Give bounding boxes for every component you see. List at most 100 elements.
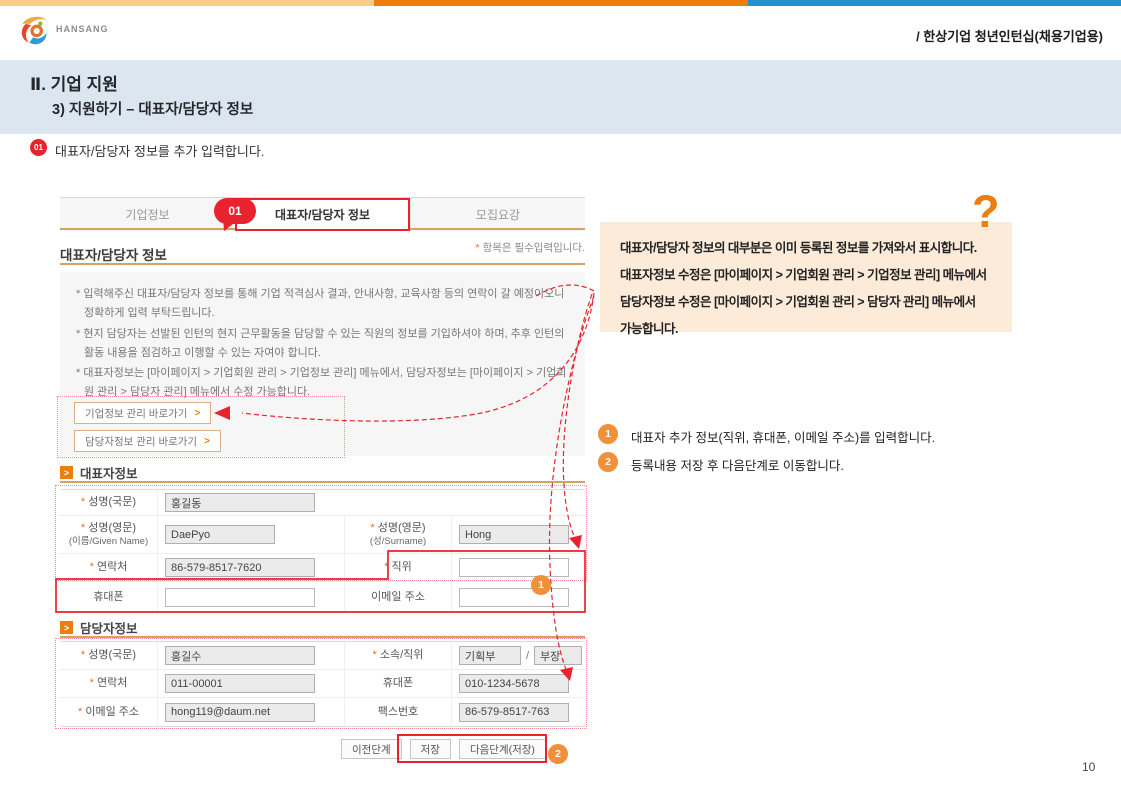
rep-name-kr-input[interactable] <box>165 493 315 512</box>
mgr-mobile-label: 휴대폰 <box>345 670 452 698</box>
manager-section-title: 담당자정보 <box>80 618 138 637</box>
topbar-segment-tan <box>0 0 374 6</box>
dept-position-separator: / <box>526 650 529 662</box>
mgr-email-cell <box>158 698 345 726</box>
rep-name-en-given-input[interactable] <box>165 525 275 544</box>
manager-info-manage-button[interactable]: 담당자정보 관리 바로가기 > <box>74 430 221 452</box>
tab-representative-info[interactable]: 대표자/담당자 정보 <box>235 198 410 231</box>
company-info-manage-label: 기업정보 관리 바로가기 <box>85 406 187 421</box>
rep-name-kr-label: * 성명(국문) <box>60 490 158 516</box>
rep-position-cell <box>452 554 585 582</box>
step-2-badge: 2 <box>598 452 618 472</box>
notice-item: * 대표자정보는 [마이페이지 > 기업회원 관리 > 기업정보 관리] 메뉴에… <box>76 364 569 403</box>
chapter-subtitle: 3) 지원하기 – 대표자/담당자 정보 <box>52 98 253 119</box>
help-step-2: 2 등록내용 저장 후 다음단계로 이동합니다. <box>598 452 844 474</box>
mgr-name-kr-input[interactable] <box>165 646 315 665</box>
chevron-right-icon: > <box>204 436 210 447</box>
mgr-mobile-cell <box>452 670 585 698</box>
mgr-position-input[interactable] <box>534 646 582 665</box>
rep-name-en-given-cell <box>158 516 345 554</box>
next-step-save-button[interactable]: 다음단계(저장) <box>459 739 546 759</box>
help-step-1: 1 대표자 추가 정보(직위, 휴대폰, 이메일 주소)를 입력합니다. <box>598 424 935 446</box>
rep-email-label: 이메일 주소 <box>345 582 452 612</box>
mgr-dept-position-cell: / <box>452 642 585 670</box>
rep-mobile-input[interactable] <box>165 588 315 607</box>
rep-contact-cell <box>158 554 345 582</box>
representative-table: * 성명(국문) * 성명(영문) (이름/Given Name) * 성명(영… <box>60 489 585 613</box>
chevron-right-icon: > <box>194 408 200 419</box>
rep-name-en-sur-cell <box>452 516 585 554</box>
required-note-text: 항목은 필수입력입니다. <box>483 242 585 254</box>
help-line: 담당자정보 수정은 [마이페이지 > 기업회원 관리 > 담당자 관리] 메뉴에… <box>620 289 992 316</box>
manager-table: * 성명(국문) * 소속/직위 / * 연락처 휴대폰 * 이메일 주소 팩스… <box>60 641 585 727</box>
hansang-logo-icon <box>16 12 52 48</box>
help-line: 대표자/담당자 정보의 대부분은 이미 등록된 정보를 가져와서 표시합니다. <box>620 235 992 262</box>
annotation-badge-2: 2 <box>548 744 568 764</box>
rep-name-en-given-label: * 성명(영문) (이름/Given Name) <box>60 516 158 554</box>
slide-page: HANSANG / 한상기업 청년인턴십(채용기업용) Ⅱ. 기업 지원 3) … <box>0 0 1121 793</box>
help-box: 대표자/담당자 정보의 대부분은 이미 등록된 정보를 가져와서 표시합니다. … <box>600 222 1012 332</box>
rep-contact-label: * 연락처 <box>60 554 158 582</box>
rep-mobile-cell <box>158 582 345 612</box>
page-number: 10 <box>1082 760 1095 774</box>
rep-position-input[interactable] <box>459 558 569 577</box>
manager-info-manage-label: 담당자정보 관리 바로가기 <box>85 434 197 449</box>
step-01-badge: 01 <box>30 139 47 156</box>
brand-name: HANSANG <box>56 24 109 34</box>
section-chevron-icon: > <box>60 621 73 634</box>
previous-step-button[interactable]: 이전단계 <box>341 739 402 759</box>
form-tab-bar: 기업정보 대표자/담당자 정보 모집요강 <box>60 197 585 230</box>
manager-section-header: > 담당자정보 <box>60 618 138 637</box>
company-info-manage-button[interactable]: 기업정보 관리 바로가기 > <box>74 402 211 424</box>
mgr-contact-input[interactable] <box>165 674 315 693</box>
mgr-dept-position-label: * 소속/직위 <box>345 642 452 670</box>
topbar-segment-orange <box>374 0 748 6</box>
rep-name-en-sur-input[interactable] <box>459 525 569 544</box>
representative-section-header: > 대표자정보 <box>60 463 138 482</box>
footer-button-row: 이전단계 저장 다음단계(저장) <box>341 739 546 759</box>
notice-item: * 현지 담당자는 선발된 인턴의 현지 근무활동을 담당할 수 있는 직원의 … <box>76 325 569 364</box>
mgr-fax-cell <box>452 698 585 726</box>
mgr-dept-input[interactable] <box>459 646 521 665</box>
rep-position-label: * 직위 <box>345 554 452 582</box>
rep-name-kr-cell <box>158 490 585 516</box>
callout-01-bubble: 01 <box>214 198 256 224</box>
rep-email-input[interactable] <box>459 588 569 607</box>
notice-item: * 입력해주신 대표자/담당자 정보를 통해 기업 적격심사 결과, 안내사항,… <box>76 285 569 324</box>
step-1-text: 대표자 추가 정보(직위, 휴대폰, 이메일 주소)를 입력합니다. <box>631 424 935 446</box>
rep-name-en-sur-label: * 성명(영문) (성/Surname) <box>345 516 452 554</box>
required-star: * <box>476 242 480 254</box>
rep-mobile-label: 휴대폰 <box>60 582 158 612</box>
required-note: * 항목은 필수입력입니다. <box>60 240 585 255</box>
manager-underline <box>60 636 585 638</box>
help-line: 가능합니다. <box>620 316 992 343</box>
mgr-contact-cell <box>158 670 345 698</box>
rep-contact-input[interactable] <box>165 558 315 577</box>
mgr-email-input[interactable] <box>165 703 315 722</box>
chapter-title: Ⅱ. 기업 지원 <box>30 70 118 95</box>
tab-recruit-outline[interactable]: 모집요강 <box>410 198 585 231</box>
representative-underline <box>60 481 585 483</box>
mgr-name-kr-label: * 성명(국문) <box>60 642 158 670</box>
rep-email-cell <box>452 582 585 612</box>
document-title: / 한상기업 청년인턴십(채용기업용) <box>916 26 1103 45</box>
step-01-text: 대표자/담당자 정보를 추가 입력합니다. <box>55 141 264 160</box>
representative-section-title: 대표자정보 <box>80 463 138 482</box>
question-mark-icon: ? <box>972 186 1000 238</box>
mgr-contact-label: * 연락처 <box>60 670 158 698</box>
tab-company-info[interactable]: 기업정보 <box>60 198 235 231</box>
annotation-badge-1: 1 <box>531 575 551 595</box>
step-1-badge: 1 <box>598 424 618 444</box>
notice-box: * 입력해주신 대표자/담당자 정보를 통해 기업 적격심사 결과, 안내사항,… <box>60 272 585 456</box>
mgr-fax-label: 팩스번호 <box>345 698 452 726</box>
topbar-segment-blue <box>748 0 1121 6</box>
save-button[interactable]: 저장 <box>410 739 451 759</box>
form-title-underline <box>60 263 585 265</box>
mgr-fax-input[interactable] <box>459 703 569 722</box>
help-line: 대표자정보 수정은 [마이페이지 > 기업회원 관리 > 기업정보 관리] 메뉴… <box>620 262 992 289</box>
mgr-mobile-input[interactable] <box>459 674 569 693</box>
title-band: Ⅱ. 기업 지원 3) 지원하기 – 대표자/담당자 정보 <box>0 60 1121 134</box>
step-2-text: 등록내용 저장 후 다음단계로 이동합니다. <box>631 452 844 474</box>
mgr-email-label: * 이메일 주소 <box>60 698 158 726</box>
section-chevron-icon: > <box>60 466 73 479</box>
